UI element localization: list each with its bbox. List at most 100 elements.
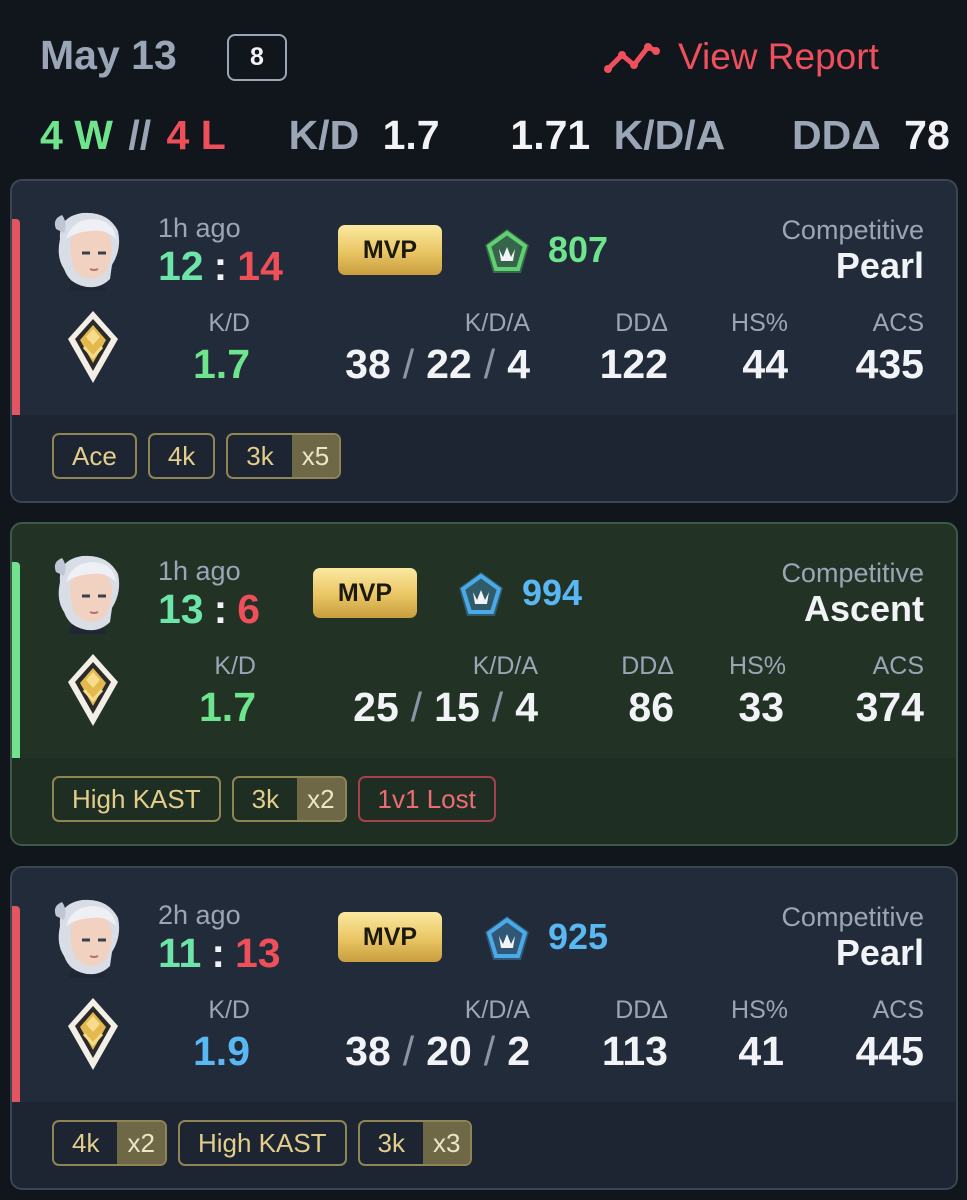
acs-label: ACS — [872, 996, 924, 1024]
match-card[interactable]: 2h ago 11:13 MVP 925 Competitive Pearl K… — [10, 866, 958, 1190]
tag-label: 3k — [246, 440, 274, 471]
deaths: 22 — [426, 341, 472, 387]
losses-count: 4 L — [166, 112, 226, 158]
summary-kda-value: 1.71 — [510, 112, 591, 158]
match-score: 11:13 — [158, 930, 281, 977]
view-report-button[interactable]: View Report — [604, 30, 879, 84]
day-summary: 4 W // 4 L K/D 1.7 1.71 K/D/A DDΔ 78 — [40, 112, 950, 159]
summary-kd-label: K/D — [288, 112, 360, 158]
trend-line-icon — [604, 43, 660, 73]
tag-label: High KAST — [72, 783, 201, 814]
agent-portrait-icon — [52, 896, 126, 978]
enemy-score: 13 — [235, 930, 281, 976]
kd-value: 1.7 — [193, 341, 250, 387]
map-name: Ascent — [803, 588, 924, 629]
tag-ace: Ace — [52, 433, 137, 479]
tag-label: 4k — [167, 440, 196, 471]
kda-value: 25/15/4 — [353, 684, 538, 731]
slash: / — [410, 684, 423, 730]
tag-3k: 3k x2 — [231, 776, 347, 822]
kd-label: K/D — [208, 309, 250, 337]
match-score: 12:14 — [158, 243, 283, 290]
assists: 2 — [507, 1028, 530, 1074]
hs-value: 44 — [742, 341, 788, 387]
mvp-badge: MVP — [338, 912, 442, 962]
kills: 38 — [345, 1028, 391, 1074]
tag-high-kast: High KAST — [177, 1120, 347, 1166]
kda-label: K/D/A — [472, 652, 538, 680]
blue-rank-badge-icon — [482, 914, 532, 964]
tag-label: 3k — [251, 783, 280, 814]
rr-value: 925 — [548, 916, 609, 957]
kda-value: 38/20/2 — [345, 1028, 530, 1075]
tag-label: 3k — [377, 1127, 406, 1158]
hs-label: HS% — [731, 996, 788, 1024]
game-mode: Competitive — [781, 902, 924, 932]
kills: 25 — [353, 684, 399, 730]
enemy-score: 14 — [237, 243, 283, 289]
tag-multiplier: x5 — [291, 435, 340, 477]
tag-label: High KAST — [197, 1127, 327, 1158]
score-separator: : — [213, 586, 228, 632]
kd-label: K/D — [208, 996, 250, 1024]
acs-label: ACS — [872, 652, 924, 680]
score-separator: : — [211, 930, 225, 976]
hs-value: 41 — [738, 1028, 784, 1074]
time-ago: 1h ago — [158, 213, 241, 243]
acs-value: 374 — [855, 684, 924, 730]
tag-multiplier: x3 — [423, 1122, 471, 1164]
slash: / — [402, 1028, 415, 1074]
deaths: 20 — [426, 1028, 472, 1074]
mvp-badge: MVP — [313, 568, 417, 618]
assists: 4 — [507, 341, 530, 387]
hs-value: 33 — [738, 684, 784, 730]
kills: 38 — [345, 341, 391, 387]
dda-value: 86 — [628, 684, 674, 730]
time-ago: 2h ago — [158, 900, 241, 930]
tag-multiplier: x2 — [297, 778, 345, 820]
match-count-badge: 8 — [227, 34, 287, 81]
dda-value: 113 — [601, 1028, 668, 1074]
score-separator: : — [213, 243, 228, 289]
dda-value: 122 — [599, 341, 668, 387]
tag-multiplier: x2 — [117, 1122, 165, 1164]
slash: / — [483, 341, 496, 387]
kd-value: 1.9 — [193, 1028, 250, 1074]
kda-label: K/D/A — [464, 996, 530, 1024]
rr-value: 807 — [548, 229, 609, 270]
agent-portrait-icon — [52, 552, 126, 634]
slash: / — [402, 341, 415, 387]
summary-separator: // — [128, 112, 152, 158]
enemy-score: 6 — [237, 586, 261, 632]
deaths: 15 — [434, 684, 480, 730]
summary-kda-label: K/D/A — [613, 112, 726, 158]
tag-3k: 3k x3 — [357, 1120, 473, 1166]
kda-value: 38/22/4 — [345, 341, 530, 388]
match-score: 13:6 — [158, 586, 260, 633]
rank-emblem-icon — [64, 652, 122, 728]
dda-label: DDΔ — [615, 996, 668, 1024]
slash: / — [483, 1028, 496, 1074]
game-mode: Competitive — [781, 215, 924, 245]
highlight-tags: High KAST 3k x2 1v1 Lost — [52, 776, 496, 822]
kda-label: K/D/A — [464, 309, 530, 337]
acs-value: 445 — [855, 1028, 924, 1074]
game-mode: Competitive — [781, 558, 924, 588]
kd-label: K/D — [214, 652, 256, 680]
summary-dda-label: DDΔ — [792, 112, 881, 158]
slash: / — [491, 684, 504, 730]
tag-label: Ace — [72, 440, 117, 471]
tag-3k: 3k x5 — [226, 433, 342, 479]
highlight-tags: Ace 4k 3k x5 — [52, 433, 342, 479]
acs-label: ACS — [872, 309, 924, 337]
day-header: May 13 8 View Report 4 W // 4 L K/D 1.7 … — [0, 0, 967, 175]
dda-label: DDΔ — [621, 652, 674, 680]
wins-count: 4 W — [40, 112, 113, 158]
view-report-label: View Report — [678, 36, 879, 77]
match-card[interactable]: 1h ago 12:14 MVP 807 Competitive Pearl K… — [10, 179, 958, 503]
green-rank-badge-icon — [482, 227, 532, 277]
tag-4k: 4k x2 — [52, 1120, 167, 1166]
match-card[interactable]: 1h ago 13:6 MVP 994 Competitive Ascent K… — [10, 522, 958, 846]
hs-label: HS% — [731, 309, 788, 337]
map-name: Pearl — [835, 245, 924, 286]
